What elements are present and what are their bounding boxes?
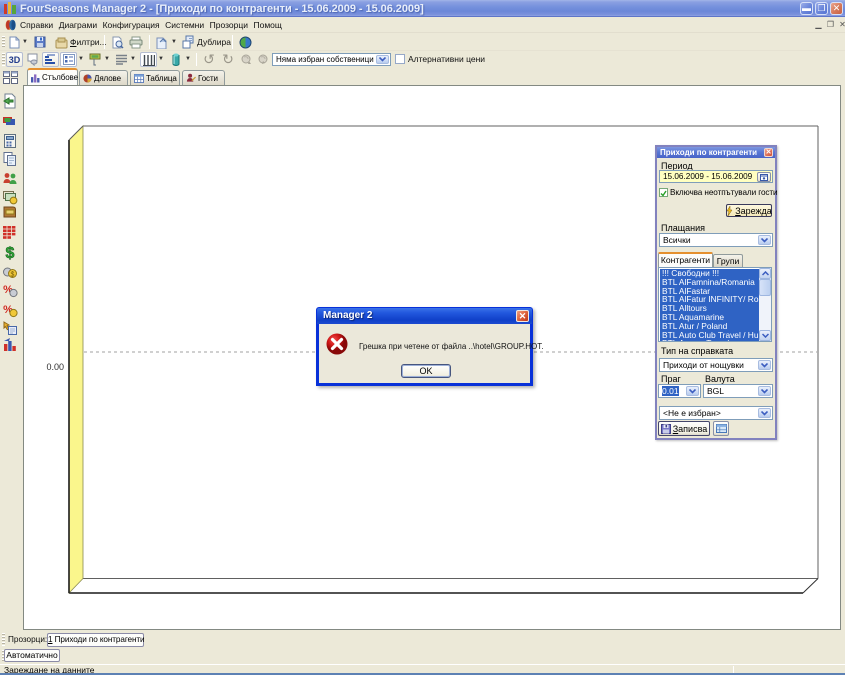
svg-text:0.00: 0.00 xyxy=(46,362,64,372)
svg-text:$: $ xyxy=(6,245,15,260)
svg-text:$: $ xyxy=(11,271,15,278)
